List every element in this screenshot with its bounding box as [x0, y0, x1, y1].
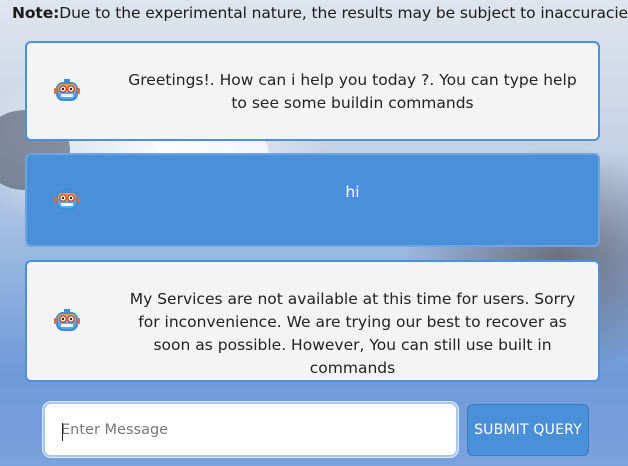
message-text: My Services are not available at this ti…	[129, 290, 576, 377]
disclaimer-note: Note:Due to the experimental nature, the…	[12, 4, 628, 22]
note-text: Due to the experimental nature, the resu…	[59, 4, 628, 22]
submit-query-button[interactable]: SUBMIT QUERY	[467, 404, 589, 456]
chat-message-bot: Greetings!. How can i help you today ?. …	[25, 41, 600, 141]
text-caret	[62, 423, 63, 441]
message-text: Greetings!. How can i help you today ?. …	[128, 71, 577, 112]
robot-icon	[53, 307, 81, 335]
robot-icon	[53, 186, 81, 214]
message-input-container	[43, 402, 458, 457]
message-input[interactable]	[45, 404, 456, 455]
chat-message-user: hi	[25, 153, 600, 247]
note-label: Note:	[12, 4, 60, 22]
message-text: hi	[345, 183, 360, 201]
robot-icon	[53, 77, 81, 105]
chat-message-bot: My Services are not available at this ti…	[25, 260, 600, 382]
